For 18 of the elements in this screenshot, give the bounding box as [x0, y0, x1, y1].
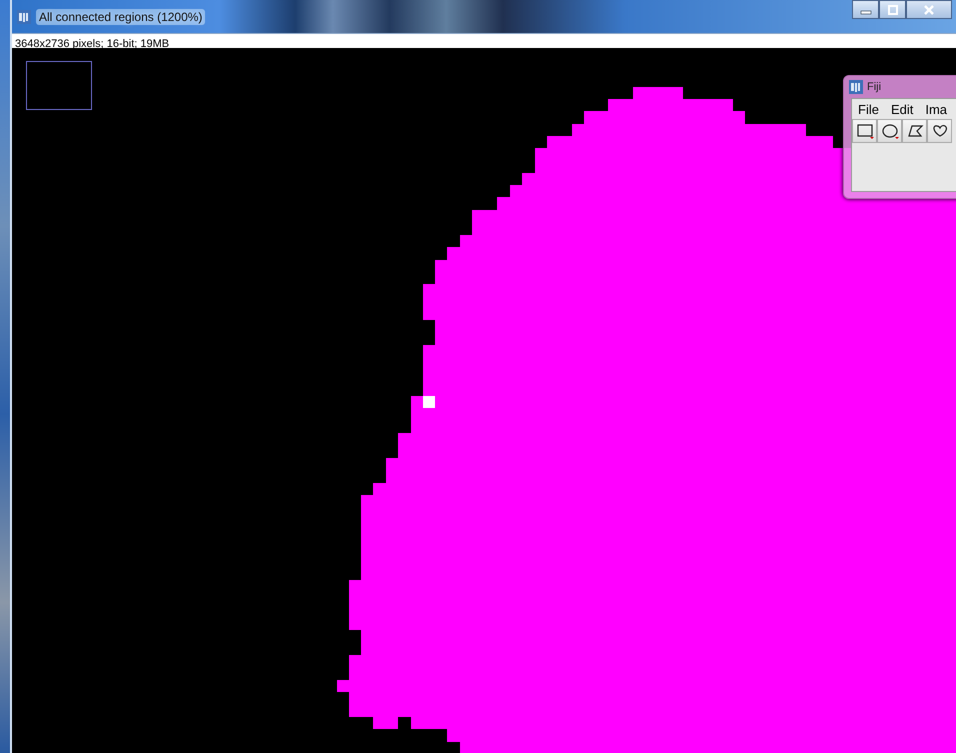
tool-button[interactable] [927, 119, 952, 143]
tool-button[interactable] [877, 119, 902, 143]
fiji-logo-icon [17, 10, 31, 24]
menu-item[interactable]: File [852, 102, 885, 116]
minimize-button[interactable] [852, 0, 879, 19]
menu-item[interactable]: Ima [919, 102, 954, 116]
navigator-rectangle [26, 61, 92, 110]
tool-button[interactable] [852, 119, 877, 143]
maximize-button[interactable] [879, 0, 906, 19]
menu-item[interactable]: Edit [884, 102, 920, 116]
close-icon [923, 4, 935, 14]
marker-pixel [423, 396, 435, 408]
fiji-logo-icon [849, 80, 863, 94]
tool-button[interactable] [902, 119, 927, 143]
window-title: Fiji [867, 81, 882, 93]
image-info: 3648x2736 pixels; 16-bit; 19MB [15, 38, 170, 50]
maximize-icon [886, 4, 898, 14]
close-button[interactable] [906, 0, 952, 19]
